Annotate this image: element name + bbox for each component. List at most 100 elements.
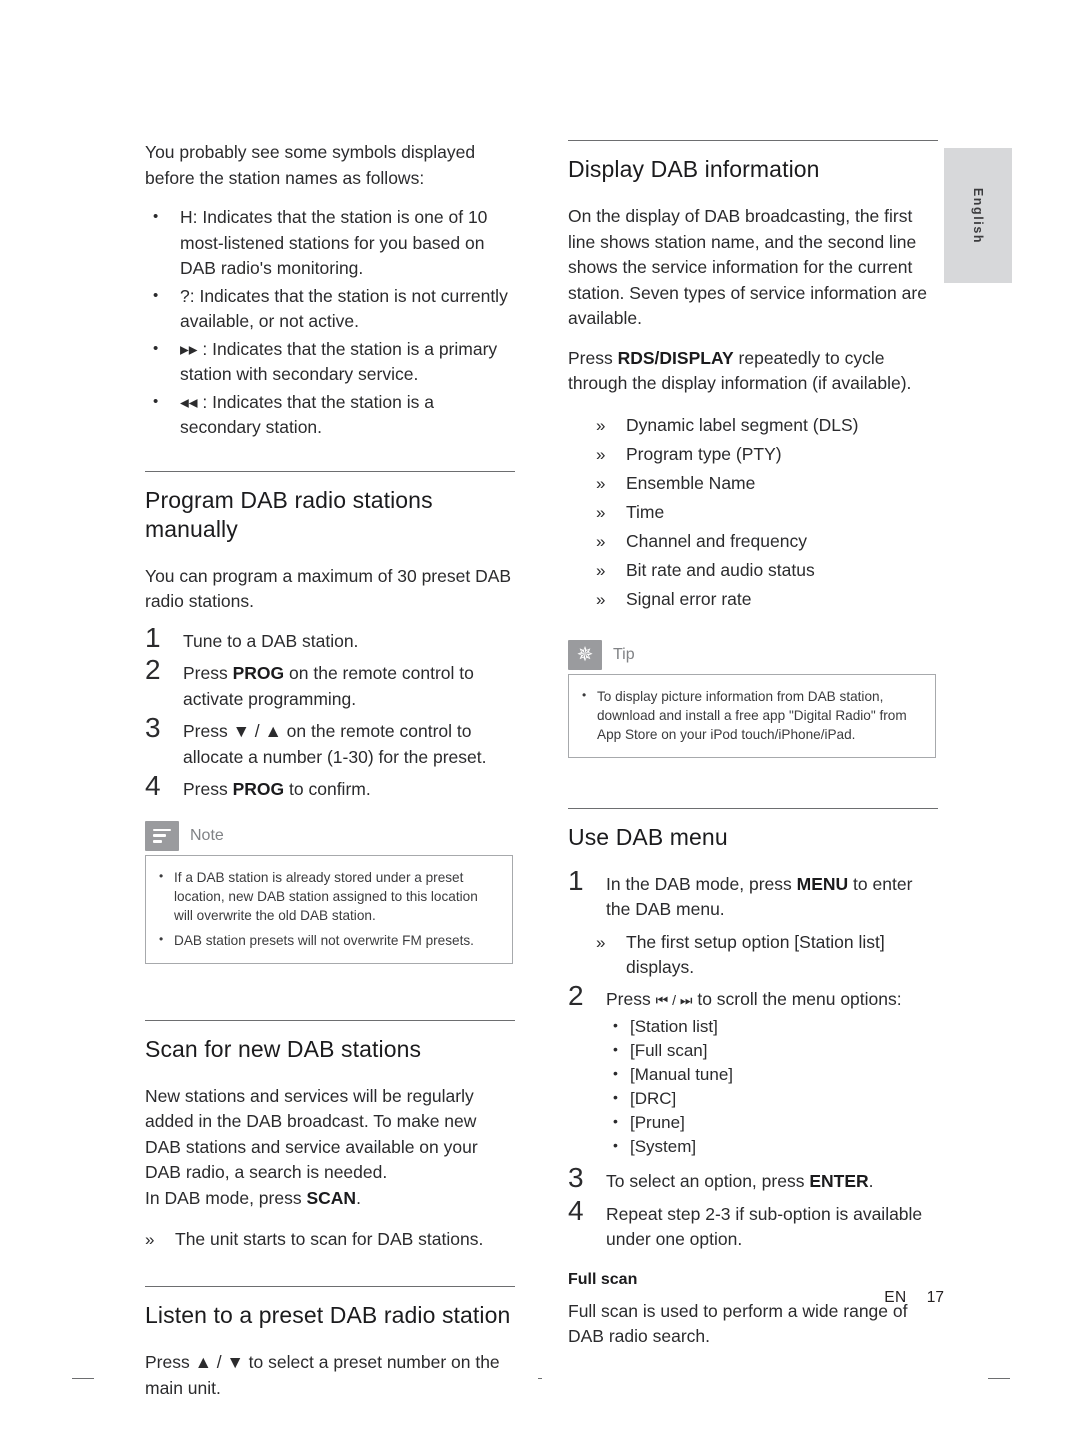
- list-item: ◂◂ : Indicates that the station is a sec…: [145, 389, 515, 441]
- key-menu: MENU: [796, 873, 849, 894]
- list-item: H: Indicates that the station is one of …: [145, 204, 515, 282]
- full-scan-subhead: Full scan: [568, 1270, 638, 1288]
- list-item: Bit rate and audio status: [568, 556, 938, 585]
- left-column: You probably see some symbols displayed …: [145, 140, 515, 1415]
- tip-title: Tip: [613, 645, 635, 663]
- step-number: 4: [568, 1194, 584, 1226]
- list-item: Time: [568, 498, 938, 527]
- step-number: 3: [568, 1162, 584, 1193]
- step: 3 Press ▼ / ▲ on the remote control to a…: [145, 712, 515, 770]
- scan-paragraph: New stations and services will be regula…: [145, 1085, 478, 1183]
- note-title: Note: [190, 826, 224, 844]
- tip-body: To display picture information from DAB …: [568, 673, 936, 758]
- symbols-list: H: Indicates that the station is one of …: [145, 204, 515, 441]
- tip-header: ✵ Tip: [568, 638, 936, 672]
- asterisk-icon: ✵: [568, 639, 602, 670]
- menu-option: [Full scan]: [568, 1037, 938, 1063]
- scan-section-heading: Scan for new DAB stations: [145, 1035, 422, 1062]
- step: 1 Tune to a DAB station.: [145, 622, 515, 655]
- section-divider: [145, 470, 515, 472]
- full-scan-paragraph: Full scan is used to perform a wide rang…: [568, 1300, 908, 1347]
- step-text: To select an option, press ENTER.: [606, 1171, 874, 1191]
- step2-pre: Press: [606, 988, 656, 1009]
- menu-options-list: [Station list] [Full scan] [Manual tune]…: [568, 1013, 938, 1159]
- list-item: Ensemble Name: [568, 469, 938, 498]
- note-body: If a DAB station is already stored under…: [145, 854, 513, 964]
- step-number: 1: [568, 864, 584, 896]
- menu-option: [DRC]: [568, 1085, 938, 1111]
- display-section-heading: Display DAB information: [568, 156, 820, 182]
- display-press-pre: Press: [568, 347, 618, 368]
- right-column: Display DAB information On the display o…: [568, 140, 938, 1364]
- step3-post: .: [868, 1171, 874, 1191]
- step-text: Press ▼ / ▲ on the remote control to all…: [183, 721, 487, 767]
- section-divider: [145, 1286, 515, 1287]
- section-divider: [145, 1019, 515, 1021]
- section-divider: [568, 807, 938, 809]
- scan-result-list: The unit starts to scan for DAB stations…: [145, 1225, 515, 1254]
- scan-press-post: .: [356, 1187, 361, 1208]
- page-footer: EN 17: [884, 1289, 944, 1307]
- step-text: Press PROG to confirm.: [183, 779, 371, 799]
- asterisk-glyph-icon: ✵: [576, 643, 594, 666]
- scan-press-pre: In DAB mode, press: [145, 1187, 307, 1208]
- listen-paragraph: Press ▲ / ▼ to select a preset number on…: [145, 1352, 500, 1398]
- list-item: The first setup option [Station list] di…: [568, 930, 938, 981]
- key-prog: PROG: [232, 779, 285, 799]
- step-text: Tune to a DAB station.: [183, 630, 359, 651]
- scan-press-line: In DAB mode, press SCAN.: [145, 1186, 515, 1212]
- step2-post: to scroll the menu options:: [692, 988, 902, 1009]
- symbols-intro: You probably see some symbols displayed …: [145, 142, 476, 188]
- program-section-heading: Program DAB radio stations manually: [145, 486, 433, 542]
- step-number: 2: [145, 654, 161, 685]
- page-number: 17: [926, 1289, 944, 1306]
- key-scan: SCAN: [306, 1187, 357, 1208]
- crop-mark-left: [72, 1378, 94, 1380]
- step: 4 Press PROG to confirm.: [145, 770, 515, 803]
- crop-mark-right: [988, 1378, 1010, 1380]
- step: 2 Press PROG on the remote control to ac…: [145, 654, 515, 712]
- note-header: Note: [145, 819, 513, 853]
- step1-pre: In the DAB mode, press: [606, 873, 797, 894]
- listen-section-heading: Listen to a preset DAB radio station: [145, 1302, 511, 1328]
- menu-option: [System]: [568, 1133, 938, 1159]
- menu-option: [Station list]: [568, 1013, 938, 1039]
- note-callout: Note If a DAB station is already stored …: [145, 819, 513, 964]
- step-number: 4: [145, 770, 161, 801]
- list-item: The unit starts to scan for DAB stations…: [145, 1225, 515, 1254]
- tip-item: To display picture information from DAB …: [579, 686, 921, 744]
- list-item: ?: Indicates that the station is not cur…: [145, 283, 515, 335]
- menu-option: [Manual tune]: [568, 1061, 938, 1087]
- program-intro: You can program a maximum of 30 preset D…: [145, 565, 512, 612]
- step-number: 1: [145, 621, 161, 653]
- step1-result-list: The first setup option [Station list] di…: [568, 930, 938, 981]
- key-enter: ENTER: [809, 1171, 869, 1191]
- note-item: If a DAB station is already stored under…: [156, 867, 498, 925]
- step: 2 Press ⏮ / ⏭ to scroll the menu options…: [568, 980, 938, 1014]
- step-number: 3: [145, 712, 161, 743]
- language-tab-label: English: [971, 187, 985, 244]
- list-item: Signal error rate: [568, 585, 938, 614]
- footer-language-code: EN: [884, 1289, 907, 1306]
- list-item: ▸▸ : Indicates that the station is a pri…: [145, 336, 515, 388]
- manual-page: English You probably see some symbols di…: [0, 0, 1080, 1440]
- list-item: Dynamic label segment (DLS): [568, 411, 938, 440]
- crop-mark-center: [538, 1378, 542, 1380]
- step3-pre: To select an option, press: [606, 1171, 810, 1191]
- menu-option: [Prune]: [568, 1109, 938, 1135]
- list-item: Channel and frequency: [568, 527, 938, 556]
- key-prog: PROG: [232, 663, 285, 683]
- display-paragraph-2: Press RDS/DISPLAY repeatedly to cycle th…: [568, 346, 938, 397]
- display-paragraph-1: On the display of DAB broadcasting, the …: [568, 206, 927, 328]
- key-rds-display: RDS/DISPLAY: [617, 347, 734, 368]
- note-item: DAB station presets will not overwrite F…: [156, 930, 498, 950]
- note-lines-icon: [153, 828, 171, 846]
- step-number: 2: [568, 979, 584, 1011]
- step: 1 In the DAB mode, press MENU to enter t…: [568, 865, 938, 923]
- list-item: Program type (PTY): [568, 440, 938, 469]
- step-text: Repeat step 2-3 if sub-option is availab…: [606, 1203, 923, 1250]
- section-divider: [568, 140, 938, 141]
- tip-callout: ✵ Tip To display picture information fro…: [568, 638, 936, 758]
- language-tab: English: [944, 148, 1012, 283]
- prev-next-icon: ⏮ / ⏭: [655, 991, 693, 1008]
